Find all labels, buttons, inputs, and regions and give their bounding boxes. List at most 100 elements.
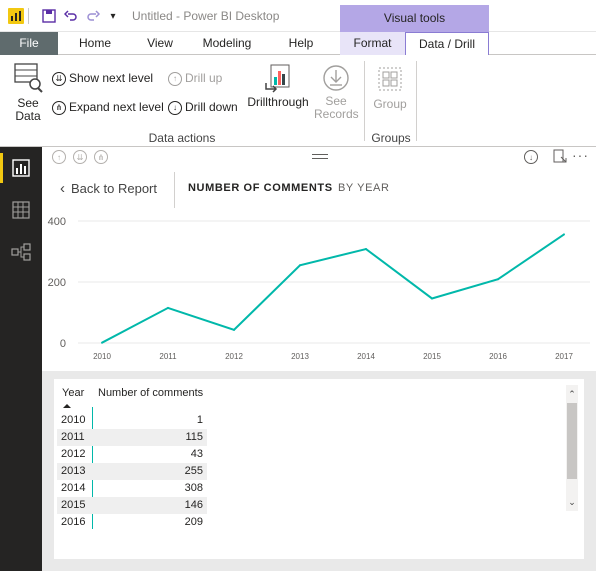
data-point[interactable] <box>233 328 235 331</box>
data-point[interactable] <box>167 306 169 309</box>
line-chart: 0 200 400 2010 2011 2012 2013 2014 2015 2016 2017 <box>48 216 590 361</box>
line-chart-visual[interactable]: ↑ ⇊ ⋔ ↓ ··· ‹ Back to Report NUMBER OF CO… <box>42 147 596 371</box>
table-row[interactable]: 2016 209 <box>57 514 207 531</box>
table-row[interactable]: 2014 308 <box>57 480 207 497</box>
show-next-level-label: Show next level <box>69 71 154 85</box>
see-data-icon <box>10 61 46 97</box>
title-bar: ▾ Untitled - Power BI Desktop Visual too… <box>0 0 596 32</box>
sort-ascending-icon <box>63 404 71 408</box>
data-point[interactable] <box>365 248 367 251</box>
tab-view[interactable]: View <box>138 32 182 55</box>
table-row[interactable]: 2013 255 <box>57 463 207 480</box>
x-tick-label: 2015 <box>423 352 441 361</box>
drill-down-icon: ↓ <box>168 100 182 115</box>
see-records-button[interactable]: See Records <box>314 63 359 121</box>
table-scrollbar[interactable]: ⌃ ⌄ <box>566 385 578 511</box>
see-data-button[interactable]: See Data <box>10 61 46 123</box>
back-to-report-button[interactable]: ‹ Back to Report <box>60 180 157 197</box>
breadcrumb-measure: NUMBER OF COMMENTS <box>188 182 333 194</box>
drill-down-button[interactable]: ↓ Drill down <box>168 100 238 115</box>
data-view-button[interactable] <box>0 189 42 231</box>
table-row[interactable]: 2015 146 <box>57 497 207 514</box>
report-canvas: ↑ ⇊ ⋔ ↓ ··· ‹ Back to Report NUMBER OF CO… <box>42 147 596 571</box>
ribbon-tabs: File Home View Modeling Help Format Data… <box>0 32 596 55</box>
drag-handle-icon[interactable] <box>312 154 328 159</box>
tab-file[interactable]: File <box>0 32 58 55</box>
scroll-up-icon[interactable]: ⌃ <box>566 387 578 401</box>
show-next-level-icon[interactable]: ⇊ <box>73 150 87 164</box>
tab-data-drill[interactable]: Data / Drill <box>405 32 489 55</box>
y-tick-label: 400 <box>48 216 66 228</box>
data-point[interactable] <box>101 341 103 344</box>
undo-icon[interactable] <box>62 7 80 25</box>
visual-tools-contextual-group: Visual tools <box>340 5 489 32</box>
scroll-thumb[interactable] <box>567 403 577 479</box>
series-line[interactable] <box>101 233 565 344</box>
cell-comments: 43 <box>190 448 203 460</box>
left-nav <box>0 147 42 571</box>
more-options-icon[interactable]: ··· <box>572 147 589 163</box>
expand-next-level-icon[interactable]: ⋔ <box>94 150 108 164</box>
cell-year: 2012 <box>61 448 86 460</box>
active-indicator <box>0 153 3 183</box>
drill-up-icon[interactable]: ↑ <box>52 150 66 164</box>
column-header-comments[interactable]: Number of comments <box>98 387 203 399</box>
focus-mode-icon[interactable] <box>552 148 568 167</box>
cell-year: 2010 <box>61 414 86 426</box>
data-point[interactable] <box>431 297 433 300</box>
redo-icon[interactable] <box>84 7 102 25</box>
scroll-down-icon[interactable]: ⌄ <box>566 495 578 509</box>
table-row[interactable]: 2012 43 <box>57 446 207 463</box>
data-point[interactable] <box>497 278 499 281</box>
see-records-label-2: Records <box>314 107 359 121</box>
report-view-button[interactable] <box>0 147 42 189</box>
drill-down-label: Drill down <box>185 100 238 114</box>
cell-year: 2013 <box>61 465 86 477</box>
data-view-icon <box>12 201 30 219</box>
see-records-icon <box>314 63 358 95</box>
tab-help[interactable]: Help <box>278 32 324 55</box>
report-view-icon <box>12 159 30 177</box>
group-separator <box>416 61 417 141</box>
cell-year: 2015 <box>61 499 86 511</box>
column-header-year[interactable]: Year <box>62 387 84 399</box>
table-row[interactable]: 2010 1 <box>57 412 207 429</box>
save-icon[interactable] <box>40 7 58 25</box>
relationships-view-button[interactable] <box>0 231 42 273</box>
group-label: Group <box>373 97 407 111</box>
drillthrough-label: Drillthrough <box>247 95 309 109</box>
expand-next-level-label: Expand next level <box>69 100 164 114</box>
tab-home[interactable]: Home <box>70 32 120 55</box>
expand-next-level-button[interactable]: ⋔ Expand next level <box>52 100 164 115</box>
tab-format[interactable]: Format <box>340 32 405 55</box>
visual-header: ↑ ⇊ ⋔ ↓ ··· <box>42 147 596 167</box>
customize-quick-access-icon[interactable]: ▾ <box>104 7 122 25</box>
x-tick-label: 2016 <box>489 352 507 361</box>
data-point[interactable] <box>299 264 301 267</box>
cell-year: 2016 <box>61 516 86 528</box>
power-bi-logo-icon <box>8 8 24 24</box>
group-button[interactable]: Group <box>370 65 410 111</box>
drill-up-label: Drill up <box>185 71 223 85</box>
drill-up-button[interactable]: ↑ Drill up <box>168 71 222 86</box>
x-tick-label: 2011 <box>159 352 177 361</box>
drill-down-icon[interactable]: ↓ <box>524 150 538 164</box>
data-point[interactable] <box>563 233 565 236</box>
cell-comments: 146 <box>184 499 203 511</box>
drillthrough-button[interactable]: Drillthrough <box>246 63 310 109</box>
drillthrough-icon <box>246 63 310 95</box>
window-title: Untitled - Power BI Desktop <box>132 9 280 23</box>
data-actions-group-label: Data actions <box>148 131 216 145</box>
cell-year: 2014 <box>61 482 86 494</box>
back-to-report-label: Back to Report <box>71 181 157 196</box>
expand-next-level-icon: ⋔ <box>52 100 66 115</box>
table-visual[interactable]: Year Number of comments 2010 1 2011 115 2012… <box>54 379 584 559</box>
table-row[interactable]: 2011 115 <box>57 429 207 446</box>
cell-comments: 255 <box>184 465 203 477</box>
x-tick-label: 2012 <box>225 352 243 361</box>
tab-modeling[interactable]: Modeling <box>194 32 260 55</box>
x-tick-label: 2017 <box>555 352 573 361</box>
show-next-level-button[interactable]: ⇊ Show next level <box>52 71 153 86</box>
group-separator <box>364 61 365 141</box>
groups-group-label: Groups <box>371 131 411 145</box>
